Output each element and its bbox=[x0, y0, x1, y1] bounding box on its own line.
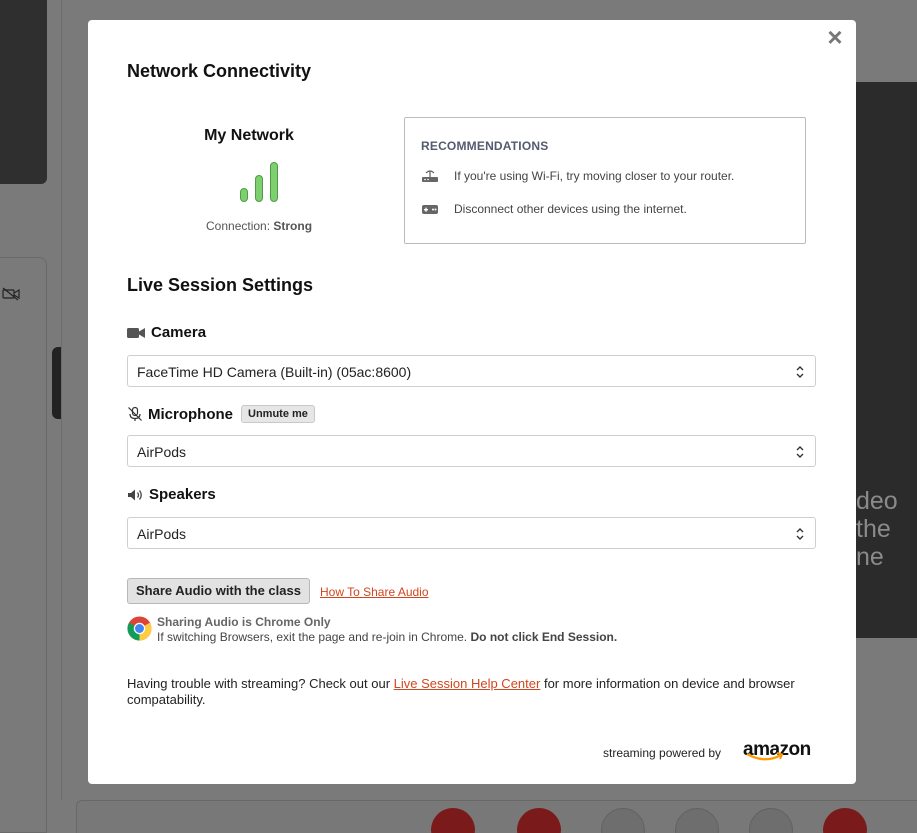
camera-label: Camera bbox=[127, 324, 206, 341]
connection-status: Connection: Strong bbox=[206, 219, 312, 233]
help-text: Having trouble with streaming? Check out… bbox=[127, 676, 807, 708]
chrome-only-text: If switching Browsers, exit the page and… bbox=[157, 630, 468, 644]
signal-strength-icon bbox=[240, 160, 284, 202]
connection-value: Strong bbox=[273, 219, 313, 233]
bg-divider bbox=[61, 0, 62, 800]
settings-modal: × Network Connectivity My Network Connec… bbox=[88, 20, 856, 784]
signal-bar-2 bbox=[255, 175, 263, 202]
signal-bar-1 bbox=[240, 188, 248, 202]
camera-label-text: Camera bbox=[151, 324, 207, 341]
unmute-button[interactable]: Unmute me bbox=[241, 405, 315, 423]
chevron-updown-icon bbox=[796, 446, 804, 458]
chrome-icon bbox=[127, 616, 152, 641]
close-button[interactable]: × bbox=[823, 24, 847, 50]
recommendation-text: Disconnect other devices using the inter… bbox=[454, 202, 687, 216]
router-icon bbox=[422, 170, 438, 182]
chrome-only-warning: Do not click End Session. bbox=[470, 630, 618, 644]
connection-label: Connection: bbox=[206, 219, 271, 233]
microphone-select[interactable]: AirPods bbox=[127, 435, 816, 467]
chevron-updown-icon bbox=[796, 366, 804, 378]
camera-off-icon bbox=[2, 287, 20, 301]
my-network: My Network bbox=[180, 127, 340, 145]
recommendations-box: RECOMMENDATIONS If you're using Wi-Fi, t… bbox=[404, 117, 806, 244]
speakers-select[interactable]: AirPods bbox=[127, 517, 816, 549]
amazon-smile-icon bbox=[746, 752, 784, 761]
microphone-muted-icon bbox=[128, 406, 142, 421]
speakers-label-text: Speakers bbox=[149, 486, 216, 503]
help-center-link[interactable]: Live Session Help Center bbox=[394, 676, 541, 691]
microphone-label-text: Microphone bbox=[148, 405, 233, 423]
powered-by-label: streaming powered by bbox=[603, 746, 722, 760]
chrome-only-note: If switching Browsers, exit the page and… bbox=[157, 630, 617, 644]
my-network-title: My Network bbox=[204, 127, 294, 144]
speakers-select-value: AirPods bbox=[137, 526, 187, 542]
help-text-before: Having trouble with streaming? Check out… bbox=[127, 676, 394, 691]
how-to-share-audio-link[interactable]: How To Share Audio bbox=[320, 585, 429, 599]
speaker-icon bbox=[128, 489, 142, 500]
bg-sidebar-top bbox=[0, 0, 47, 184]
camera-select-value: FaceTime HD Camera (Built-in) (05ac:8600… bbox=[137, 364, 412, 380]
recommendation-text: If you're using Wi-Fi, try moving closer… bbox=[454, 169, 735, 183]
chevron-updown-icon bbox=[796, 528, 804, 540]
signal-bar-3 bbox=[270, 162, 278, 202]
share-audio-button[interactable]: Share Audio with the class bbox=[127, 578, 310, 604]
camera-icon bbox=[127, 327, 145, 338]
recommendation-item: If you're using Wi-Fi, try moving closer… bbox=[421, 169, 734, 183]
speakers-label: Speakers bbox=[127, 486, 216, 503]
microphone-label: Microphone Unmute me bbox=[127, 405, 315, 423]
chrome-only-title: Sharing Audio is Chrome Only bbox=[157, 615, 331, 629]
devices-icon bbox=[422, 205, 438, 214]
recommendation-item: Disconnect other devices using the inter… bbox=[421, 202, 687, 216]
microphone-select-value: AirPods bbox=[137, 444, 187, 460]
bg-video-text: deo the ne bbox=[856, 487, 898, 571]
network-title: Network Connectivity bbox=[127, 61, 312, 81]
bg-participant-panel bbox=[0, 257, 47, 833]
recommendations-heading: RECOMMENDATIONS bbox=[421, 139, 549, 153]
camera-select[interactable]: FaceTime HD Camera (Built-in) (05ac:8600… bbox=[127, 355, 816, 387]
live-settings-title: Live Session Settings bbox=[127, 275, 314, 295]
